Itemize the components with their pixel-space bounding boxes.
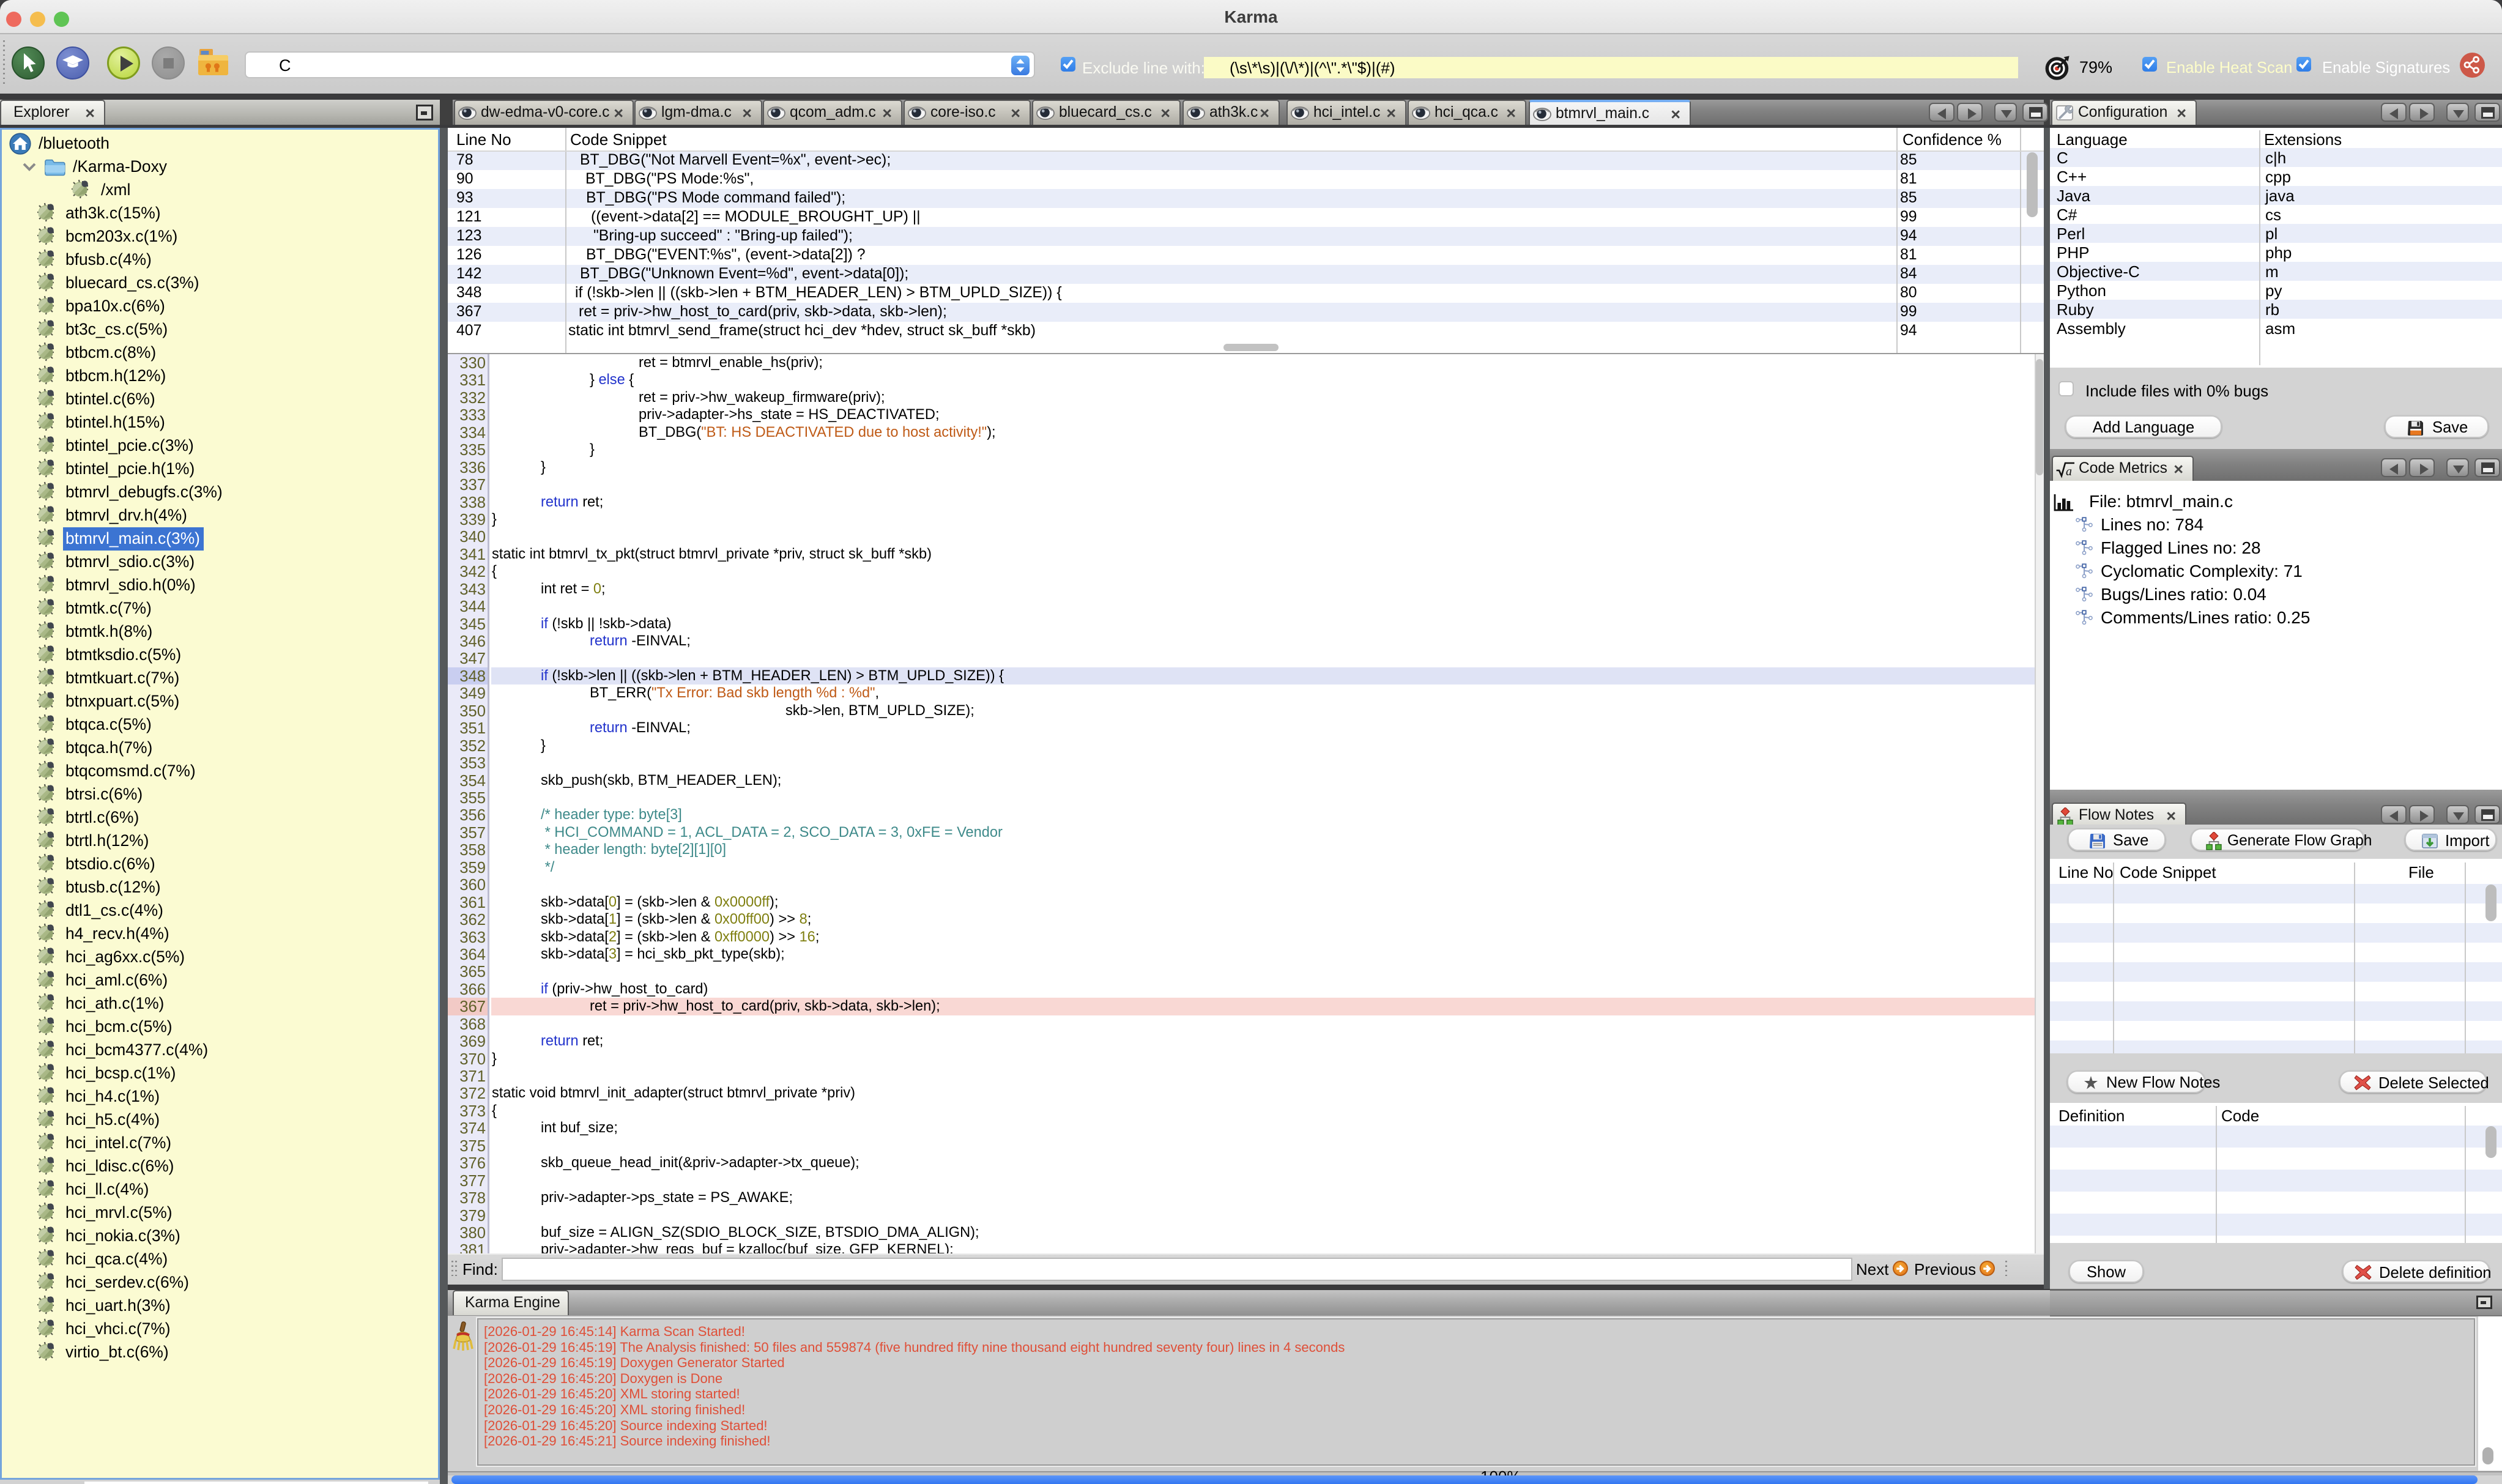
svg-text:a: a <box>2066 465 2072 478</box>
